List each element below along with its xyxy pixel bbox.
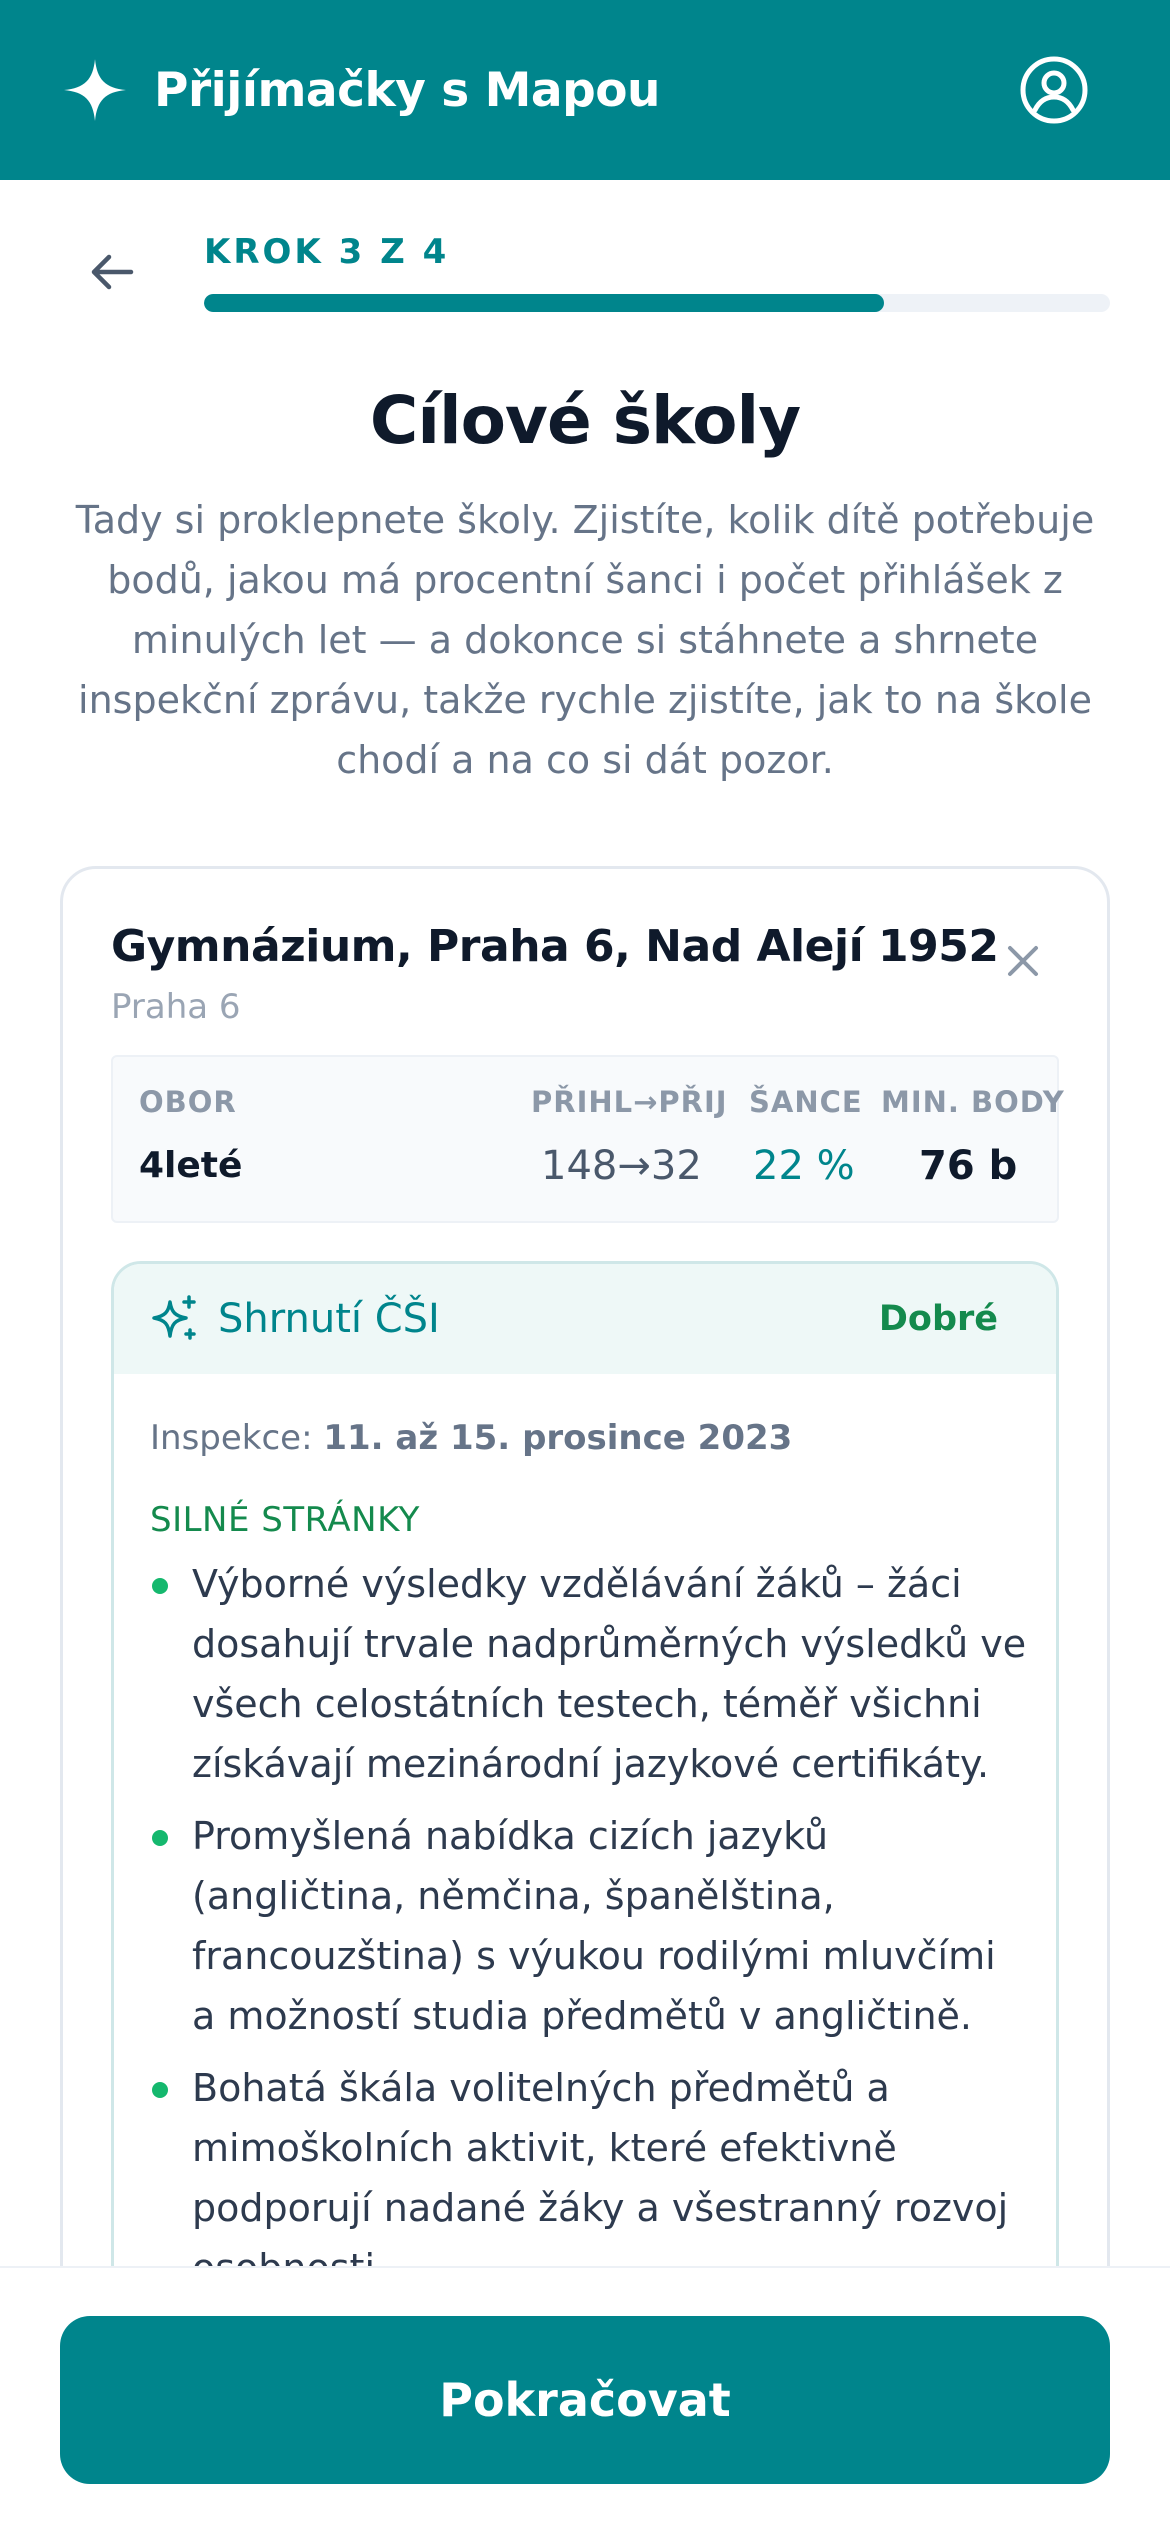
app-title: Přijímačky s Mapou — [154, 62, 660, 118]
page-description: Tady si proklepnete školy. Zjistíte, kol… — [75, 498, 1095, 782]
inspection-date: 11. až 15. prosince 2023 — [323, 1418, 793, 1458]
footer: Pokračovat — [0, 2266, 1170, 2532]
list-item: Promyšlená nabídka cizích jazyků (anglič… — [150, 1806, 1030, 2046]
brand[interactable]: Přijímačky s Mapou — [62, 57, 660, 123]
app-header: Přijímačky s Mapou — [0, 0, 1170, 180]
csi-summary: Shrnutí ČŠI Dobré Inspekce: 11. až 15. p… — [111, 1261, 1059, 2323]
column-header-min-points: MIN. BODY — [881, 1085, 1065, 1119]
strength-text: Bohatá škála volitelných předmětů a mimo… — [192, 2066, 1009, 2290]
sparkle-icon — [64, 59, 126, 121]
inspection-label: Inspekce: — [150, 1418, 313, 1458]
account-button[interactable] — [1018, 54, 1090, 126]
close-icon — [1008, 946, 1038, 976]
page-title: Cílové školy — [369, 382, 801, 459]
step-label: KROK 3 Z 4 — [204, 232, 450, 272]
cell-chance: 22 % — [753, 1143, 855, 1189]
school-card: Gymnázium, Praha 6, Nad Alejí 1952 Praha… — [60, 866, 1110, 2326]
school-name: Gymnázium, Praha 6, Nad Alejí 1952 — [111, 921, 999, 972]
step-indicator: KROK 3 Z 4 — [0, 180, 1170, 330]
strengths-list: Výborné výsledky vzdělávání žáků – žáci … — [150, 1554, 1030, 2310]
strengths-heading: SILNÉ STRÁNKY — [150, 1500, 420, 1540]
csi-summary-title: Shrnutí ČŠI — [218, 1296, 440, 1342]
strength-text: Výborné výsledky vzdělávání žáků – žáci … — [192, 1562, 1027, 1786]
bullet-dot — [152, 1830, 168, 1846]
column-header-applied: PŘIHL→PŘIJ — [531, 1085, 728, 1119]
strength-text: Promyšlená nabídka cizích jazyků (anglič… — [192, 1814, 996, 2038]
back-button[interactable] — [84, 244, 140, 300]
cell-applied: 148→32 — [541, 1143, 702, 1189]
bullet-dot — [152, 2082, 168, 2098]
list-item: Bohatá škála volitelných předmětů a mimo… — [150, 2058, 1030, 2298]
sparkles-icon — [152, 1295, 196, 1340]
continue-button[interactable]: Pokračovat — [60, 2316, 1110, 2484]
arrow-left-icon — [91, 254, 134, 290]
list-item: Výborné výsledky vzdělávání žáků – žáci … — [150, 1554, 1030, 1794]
column-header-program: OBOR — [139, 1085, 237, 1119]
inspection-info: Inspekce: 11. až 15. prosince 2023 — [150, 1418, 792, 1458]
csi-rating-badge: Dobré — [878, 1299, 998, 1339]
cell-min-points: 76 b — [919, 1143, 1018, 1189]
progress-fill — [204, 294, 884, 312]
progress-bar — [204, 294, 1110, 312]
csi-summary-header[interactable]: Shrnutí ČŠI Dobré — [114, 1264, 1056, 1374]
user-circle-icon — [1020, 56, 1088, 124]
cell-program: 4leté — [139, 1145, 243, 1186]
school-city: Praha 6 — [111, 987, 241, 1027]
bullet-dot — [152, 1578, 168, 1594]
remove-school-button[interactable] — [999, 937, 1047, 985]
admission-stats-table: OBOR PŘIHL→PŘIJ ŠANCE MIN. BODY 4leté 14… — [111, 1055, 1064, 1223]
column-header-chance: ŠANCE — [749, 1085, 863, 1119]
